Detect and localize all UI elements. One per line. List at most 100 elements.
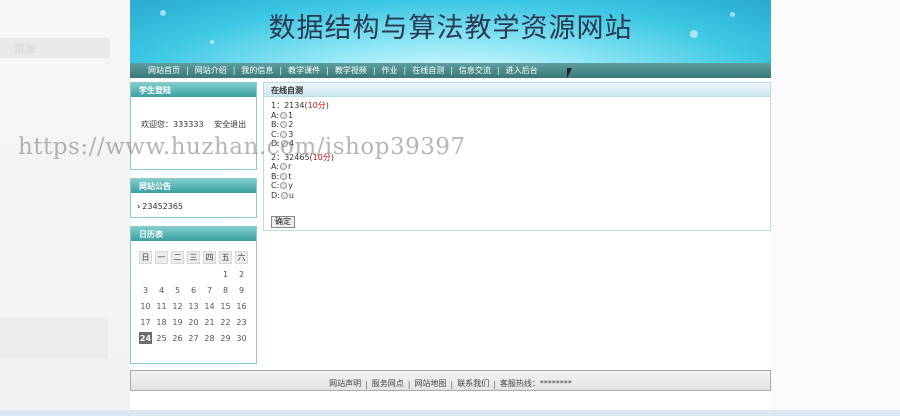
calendar-day[interactable]: 27 [187, 332, 200, 344]
footer-link-statement[interactable]: 网站声明 [325, 378, 365, 389]
calendar-day[interactable]: 25 [155, 332, 168, 344]
option-radio[interactable] [280, 191, 288, 199]
option-label: A: [271, 110, 280, 120]
option-text: t [288, 171, 292, 181]
nav-item-about[interactable]: 网站介绍 [189, 65, 233, 76]
calendar-day[interactable]: 17 [139, 316, 152, 328]
nav-item-admin[interactable]: 进入后台 [500, 65, 544, 76]
site-title: 数据结构与算法教学资源网站 [268, 13, 633, 44]
answer-option: D: u [271, 191, 763, 201]
question-text: 1：2134(10分) [271, 101, 763, 111]
calendar-day[interactable]: 7 [203, 284, 216, 296]
option-text: 1 [288, 110, 294, 120]
option-label: C: [271, 181, 280, 190]
mouse-cursor-icon [567, 68, 572, 78]
calendar-box: 日历表 日 一 二 三 四 五 六 1 2 3 4 5 6 7 8 9 10 11 12 13 14 15 1… [130, 226, 257, 364]
logout-link[interactable]: 安全退出 [214, 120, 246, 129]
calendar-day[interactable]: 8 [219, 284, 232, 296]
footer-link-contact[interactable]: 联系我们 [453, 378, 493, 389]
calendar-empty-cell [203, 268, 216, 280]
weekday-header: 六 [235, 251, 248, 264]
calendar-grid: 日 一 二 三 四 五 六 1 2 3 4 5 6 7 8 9 10 11 12 13 14 15 16 17 1… [136, 247, 251, 348]
answer-option: A: r [271, 162, 763, 172]
watermark-text: https://www.huzhan.com/ishop39397 [18, 134, 466, 160]
option-radio[interactable] [280, 121, 288, 129]
notice-item-text: 23452365 [142, 202, 184, 211]
weekday-header: 五 [219, 251, 232, 264]
nav-item-homework[interactable]: 作业 [376, 65, 404, 76]
calendar-week-row: 24 25 26 27 28 29 30 [139, 332, 248, 344]
login-status: 欢迎您：333333 安全退出 [141, 119, 254, 130]
right-background [771, 0, 900, 416]
footer-hotline: 客服热线：******** [499, 379, 572, 388]
calendar-day[interactable]: 20 [187, 316, 200, 328]
notice-box: 网站公告 › 23452365 [130, 178, 257, 218]
calendar-week-row: 12 [139, 268, 248, 280]
question-score: 10分 [307, 101, 326, 110]
bottom-strip [0, 410, 900, 416]
option-label: B: [271, 171, 280, 181]
calendar-day[interactable]: 10 [139, 300, 152, 312]
weekday-header: 三 [187, 251, 200, 264]
option-text: r [288, 162, 292, 171]
calendar-day[interactable]: 16 [235, 300, 248, 312]
option-label: D: [271, 190, 280, 200]
submit-button[interactable]: 确定 [271, 216, 295, 228]
login-box-title: 学生登陆 [131, 83, 256, 97]
calendar-day[interactable]: 2 [235, 268, 248, 280]
option-text: 2 [288, 120, 294, 129]
calendar-day[interactable]: 9 [235, 284, 248, 296]
weekday-header: 日 [139, 251, 152, 264]
calendar-day[interactable]: 5 [171, 284, 184, 296]
calendar-day[interactable]: 12 [171, 300, 184, 312]
calendar-day[interactable]: 6 [187, 284, 200, 296]
question-suffix: ) [325, 101, 329, 110]
question-prefix: 1：2134( [271, 101, 308, 110]
calendar-day[interactable]: 23 [235, 316, 248, 328]
option-text: u [288, 190, 294, 200]
left-ghost-block [0, 318, 108, 358]
site-footer: 网站声明 | 服务网点 | 网站地图 | 联系我们 | 客服热线：*******… [130, 370, 771, 391]
footer-link-service[interactable]: 服务网点 [368, 378, 408, 389]
calendar-day[interactable]: 13 [187, 300, 200, 312]
calendar-title: 日历表 [131, 227, 256, 241]
option-radio[interactable] [280, 163, 288, 171]
calendar-day[interactable]: 19 [171, 316, 184, 328]
calendar-day[interactable]: 30 [235, 332, 248, 344]
nav-item-home[interactable]: 网站首页 [142, 65, 186, 76]
calendar-week-row: 17 18 19 20 21 22 23 [139, 316, 248, 328]
calendar-day[interactable]: 22 [219, 316, 232, 328]
option-radio[interactable] [280, 172, 288, 180]
option-label: A: [271, 162, 280, 171]
footer-link-sitemap[interactable]: 网站地图 [411, 378, 451, 389]
calendar-week-row: 3456789 [139, 284, 248, 296]
calendar-day-today[interactable]: 24 [139, 332, 152, 344]
calendar-day[interactable]: 28 [203, 332, 216, 344]
calendar-empty-cell [171, 268, 184, 280]
calendar-day[interactable]: 18 [155, 316, 168, 328]
notice-item[interactable]: › 23452365 [131, 193, 256, 220]
nav-item-courseware[interactable]: 教学课件 [282, 65, 326, 76]
bullet-icon: › [137, 202, 141, 211]
calendar-day[interactable]: 29 [219, 332, 232, 344]
option-radio[interactable] [280, 182, 288, 190]
calendar-day[interactable]: 21 [203, 316, 216, 328]
calendar-empty-cell [187, 268, 200, 280]
calendar-day[interactable]: 14 [203, 300, 216, 312]
weekday-header: 一 [155, 251, 168, 264]
answer-option: A: 1 [271, 111, 763, 121]
nav-item-videos[interactable]: 教学视频 [329, 65, 373, 76]
calendar-day[interactable]: 15 [219, 300, 232, 312]
nav-item-my-info[interactable]: 我的信息 [235, 65, 279, 76]
nav-item-forum[interactable]: 信息交流 [453, 65, 497, 76]
calendar-empty-cell [139, 268, 152, 280]
answer-option: C: y [271, 181, 763, 191]
calendar-day[interactable]: 26 [171, 332, 184, 344]
calendar-day[interactable]: 11 [155, 300, 168, 312]
option-radio[interactable] [280, 111, 288, 119]
calendar-day[interactable]: 3 [139, 284, 152, 296]
calendar-day[interactable]: 4 [155, 284, 168, 296]
nav-item-self-test[interactable]: 在线自测 [406, 65, 450, 76]
answer-option: B: t [271, 172, 763, 182]
calendar-day[interactable]: 1 [219, 268, 232, 280]
